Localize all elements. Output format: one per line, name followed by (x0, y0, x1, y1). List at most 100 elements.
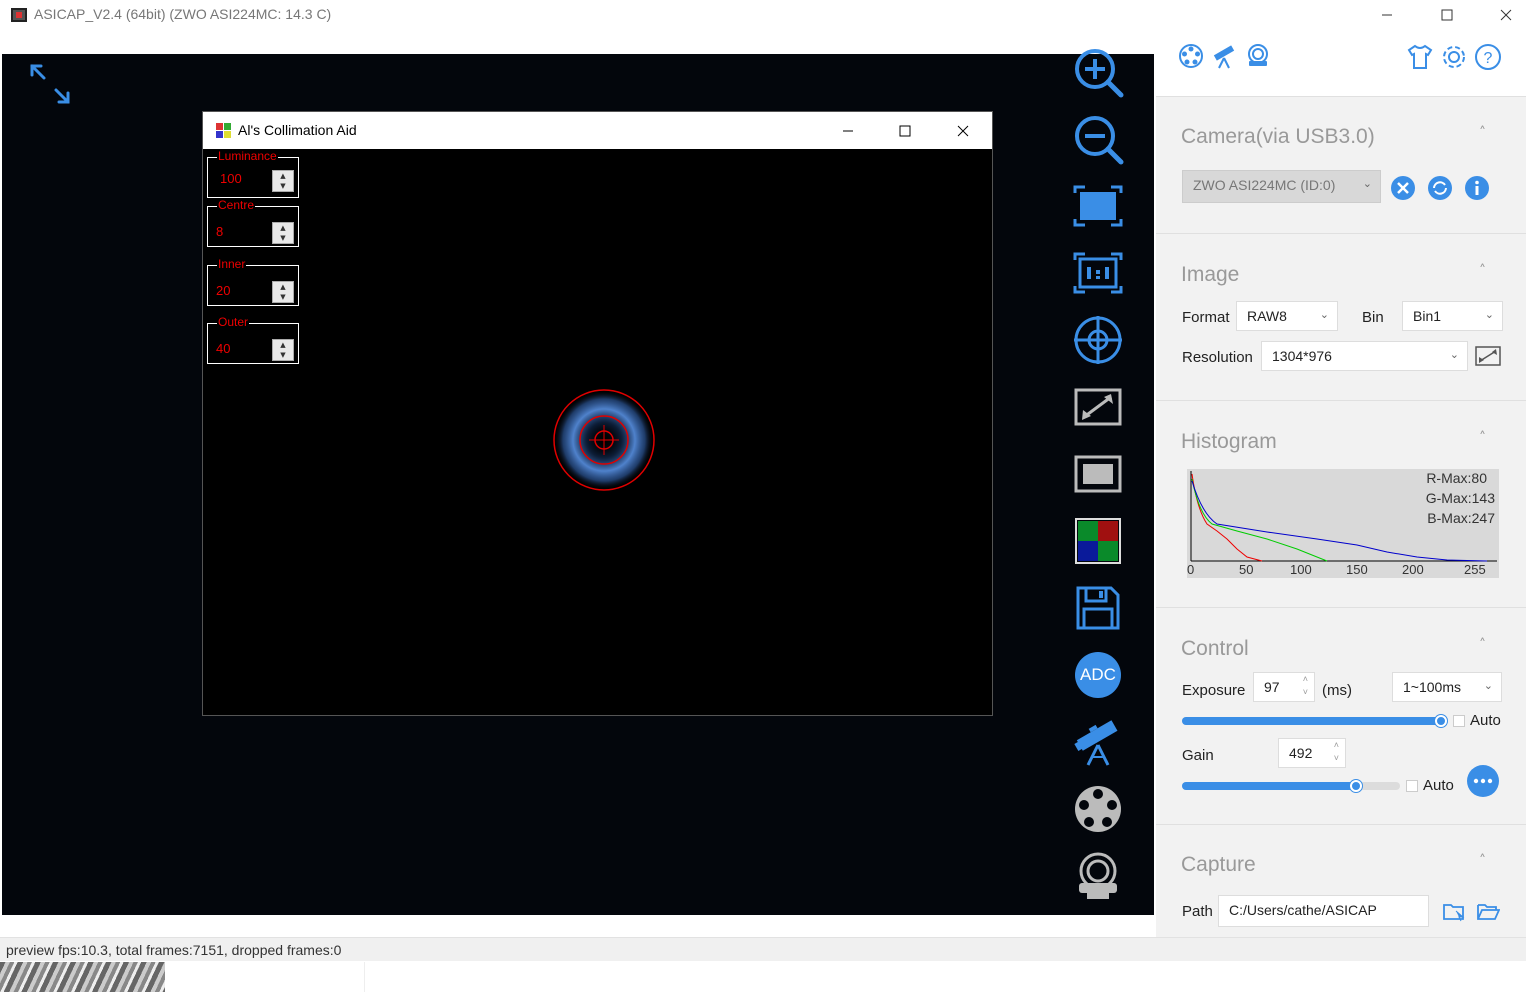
path-value: C:/Users/cathe/ASICAP (1229, 902, 1377, 918)
image-section-title: Image (1181, 263, 1240, 286)
gain-slider-fill (1182, 782, 1357, 790)
collapse-chevron-icon[interactable]: ˄ (1479, 853, 1486, 869)
r-max-label: R-Max:80 (1426, 470, 1487, 486)
close-button[interactable] (1481, 0, 1526, 30)
format-label: Format (1182, 309, 1230, 326)
collapse-chevron-icon[interactable]: ˄ (1479, 430, 1486, 446)
resolution-label: Resolution (1182, 349, 1253, 366)
focuser-icon (1079, 852, 1117, 899)
binning-button[interactable] (1071, 447, 1125, 501)
camera-select[interactable]: ZWO ASI224MC (ID:0) ⌄ (1182, 170, 1381, 203)
crosshair-icon (1074, 316, 1122, 364)
gain-auto-checkbox[interactable] (1406, 780, 1418, 792)
chevron-down-icon: ⌄ (1484, 309, 1494, 321)
focuser-icon[interactable] (1245, 43, 1271, 69)
actual-size-icon (1073, 252, 1123, 294)
background-panel (165, 962, 365, 992)
svg-text:?: ? (1484, 50, 1493, 67)
exposure-label: Exposure (1182, 682, 1246, 699)
exposure-range-value: 1~100ms (1403, 679, 1461, 695)
filter-wheel-icon[interactable] (1178, 43, 1204, 69)
resolution-select[interactable]: 1304*976 ⌄ (1261, 341, 1468, 371)
dialog-close-button[interactable] (938, 112, 988, 149)
close-icon (957, 125, 969, 136)
collapse-chevron-icon[interactable]: ˄ (1479, 125, 1486, 141)
maximize-icon (1441, 9, 1453, 21)
dialog-maximize-button[interactable] (880, 112, 930, 149)
app-icon (11, 8, 27, 22)
adc-button[interactable]: ADC (1071, 648, 1125, 702)
roi-icon (1074, 388, 1122, 426)
roi-icon[interactable] (1475, 346, 1501, 366)
focuser-button[interactable] (1071, 849, 1125, 903)
close-icon (1500, 9, 1512, 21)
theme-shirt-icon[interactable] (1406, 43, 1434, 71)
exposure-slider-thumb[interactable] (1434, 715, 1447, 727)
minimize-button[interactable] (1362, 0, 1412, 30)
collapse-chevron-icon[interactable]: ˄ (1479, 263, 1486, 279)
open-folder-icon[interactable] (1476, 901, 1500, 923)
telescope-icon (1074, 720, 1118, 766)
zoom-in-icon (1075, 49, 1124, 98)
roi-button[interactable] (1071, 380, 1125, 434)
exposure-auto-label: Auto (1470, 712, 1501, 729)
exposure-auto-checkbox[interactable] (1453, 715, 1465, 727)
exposure-unit: (ms) (1322, 682, 1352, 699)
actual-size-button[interactable] (1071, 246, 1125, 300)
more-options-icon[interactable] (1466, 764, 1500, 798)
disconnect-icon[interactable] (1390, 175, 1416, 201)
fit-window-button[interactable] (1071, 179, 1125, 233)
info-icon[interactable] (1464, 175, 1490, 201)
stepper-icon[interactable]: ˄ ˅ (1334, 739, 1339, 765)
fullscreen-icon[interactable] (28, 62, 72, 106)
gain-value: 492 (1289, 745, 1313, 761)
stepper-icon[interactable]: ˄ ˅ (1303, 673, 1308, 699)
help-icon[interactable]: ? (1474, 43, 1502, 71)
save-image-button[interactable] (1071, 581, 1125, 635)
collapse-chevron-icon[interactable]: ˄ (1479, 637, 1486, 653)
dialog-minimize-button[interactable] (823, 112, 873, 149)
chevron-down-icon: ⌄ (1449, 349, 1459, 361)
collimation-overlay (553, 389, 655, 491)
histogram-tick: 150 (1346, 562, 1368, 577)
refresh-icon[interactable] (1427, 175, 1453, 201)
gain-label: Gain (1182, 747, 1214, 764)
zoom-out-button[interactable] (1071, 112, 1125, 166)
maximize-button[interactable] (1422, 0, 1472, 30)
minimize-icon (1382, 14, 1392, 16)
sidebar-header: ? (1156, 30, 1526, 96)
zoom-in-button[interactable] (1071, 45, 1125, 99)
filter-wheel-button[interactable] (1071, 782, 1125, 836)
chevron-down-icon: ⌄ (1483, 680, 1493, 692)
gear-icon[interactable] (1440, 43, 1468, 71)
b-max-label: B-Max:247 (1427, 510, 1495, 526)
exposure-input[interactable]: 97 ˄ ˅ (1253, 672, 1315, 702)
telescope-button[interactable] (1071, 715, 1125, 769)
format-select[interactable]: RAW8 ⌄ (1236, 301, 1338, 331)
capture-section: Capture ˄ Path C:/Users/cathe/ASICAP (1156, 824, 1526, 937)
exposure-range-select[interactable]: 1~100ms ⌄ (1392, 672, 1502, 702)
exposure-slider[interactable] (1182, 715, 1447, 727)
fit-window-icon (1073, 185, 1123, 227)
telescope-icon[interactable] (1211, 43, 1237, 69)
chevron-down-icon: ⌄ (1319, 309, 1329, 321)
histogram-section-title: Histogram (1181, 430, 1277, 453)
gain-input[interactable]: 492 ˄ ˅ (1278, 738, 1346, 768)
resolution-value: 1304*976 (1272, 348, 1332, 364)
color-balance-icon (1075, 518, 1121, 564)
window-titlebar: ASICAP_V2.4 (64bit) (ZWO ASI224MC: 14.3 … (0, 0, 1526, 30)
color-balance-button[interactable] (1071, 514, 1125, 568)
bin-select[interactable]: Bin1 ⌄ (1402, 301, 1503, 331)
gain-slider-thumb[interactable] (1350, 780, 1363, 792)
path-input[interactable]: C:/Users/cathe/ASICAP (1218, 895, 1429, 927)
zoom-out-icon (1075, 116, 1124, 165)
crosshair-button[interactable] (1071, 313, 1125, 367)
select-folder-icon[interactable] (1442, 901, 1466, 923)
camera-select-value: ZWO ASI224MC (ID:0) (1193, 177, 1336, 193)
bin-value: Bin1 (1413, 308, 1442, 324)
maximize-icon (899, 125, 911, 136)
histogram-tick: 0 (1187, 562, 1195, 577)
gain-slider[interactable] (1182, 780, 1400, 792)
gain-auto-label: Auto (1423, 777, 1454, 794)
control-section-title: Control (1181, 637, 1249, 660)
